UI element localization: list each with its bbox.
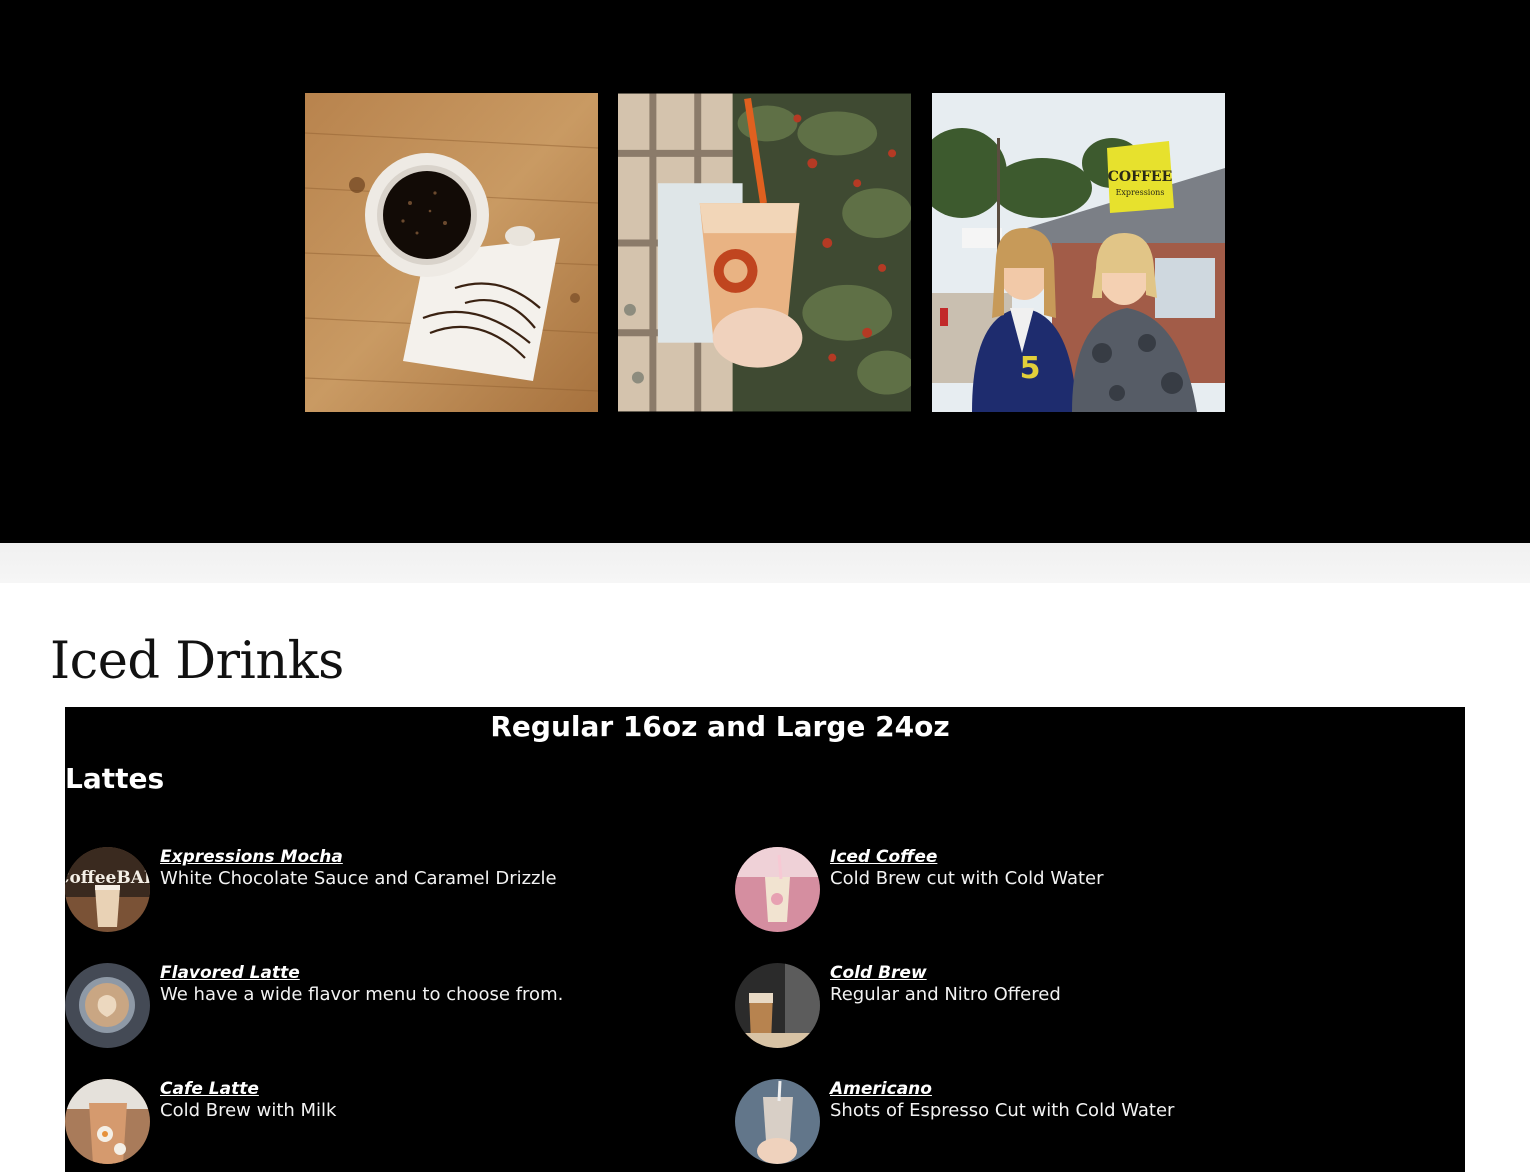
- svg-text:5: 5: [1020, 351, 1041, 386]
- svg-text:COFFEE: COFFEE: [1108, 169, 1173, 185]
- americano-link[interactable]: Americano: [830, 1079, 932, 1099]
- section-divider-band: [0, 543, 1530, 583]
- menu-item-expressions-mocha: CoffeeBAR Expressions Mocha White Chocol…: [65, 847, 705, 933]
- page-title: Iced Drinks: [50, 632, 344, 691]
- flavored-latte-description: We have a wide flavor menu to choose fro…: [160, 984, 564, 1005]
- cold-brew-description: Regular and Nitro Offered: [830, 984, 1061, 1005]
- coffee-cup-on-table-photo[interactable]: [305, 93, 598, 412]
- iced-drink-in-hand-photo[interactable]: [618, 93, 911, 412]
- expressions-mocha-link[interactable]: Expressions Mocha: [160, 847, 343, 867]
- flavored-latte-link[interactable]: Flavored Latte: [160, 963, 300, 983]
- sizes-heading: Regular 16oz and Large 24oz: [490, 710, 950, 743]
- cold-brew-link[interactable]: Cold Brew: [830, 963, 927, 983]
- svg-text:Expressions: Expressions: [1116, 188, 1165, 197]
- cold-brew-thumbnail[interactable]: [735, 963, 820, 1048]
- menu-panel: Regular 16oz and Large 24oz Lattes Coffe…: [65, 707, 1465, 1172]
- flavored-latte-thumbnail[interactable]: [65, 963, 150, 1048]
- menu-item-iced-coffee: Iced Coffee Cold Brew cut with Cold Wate…: [735, 847, 1375, 933]
- cafe-latte-thumbnail[interactable]: [65, 1079, 150, 1164]
- iced-coffee-thumbnail[interactable]: [735, 847, 820, 932]
- iced-coffee-description: Cold Brew cut with Cold Water: [830, 868, 1104, 889]
- menu-item-cafe-latte: Cafe Latte Cold Brew with Milk: [65, 1079, 705, 1165]
- americano-description: Shots of Espresso Cut with Cold Water: [830, 1100, 1175, 1121]
- menu-item-cold-brew: Cold Brew Regular and Nitro Offered: [735, 963, 1375, 1049]
- category-heading-lattes: Lattes: [65, 762, 165, 795]
- cafe-latte-link[interactable]: Cafe Latte: [160, 1079, 259, 1099]
- menu-item-americano: Americano Shots of Espresso Cut with Col…: [735, 1079, 1375, 1165]
- hero-gallery: COFFEE Expressions 5: [0, 0, 1530, 543]
- cafe-latte-description: Cold Brew with Milk: [160, 1100, 337, 1121]
- expressions-mocha-description: White Chocolate Sauce and Caramel Drizzl…: [160, 868, 557, 889]
- coffee-shop-storefront-photo[interactable]: COFFEE Expressions 5: [932, 93, 1225, 412]
- iced-coffee-link[interactable]: Iced Coffee: [830, 847, 937, 867]
- menu-item-flavored-latte: Flavored Latte We have a wide flavor men…: [65, 963, 705, 1049]
- expressions-mocha-thumbnail[interactable]: CoffeeBAR: [65, 847, 150, 932]
- americano-thumbnail[interactable]: [735, 1079, 820, 1164]
